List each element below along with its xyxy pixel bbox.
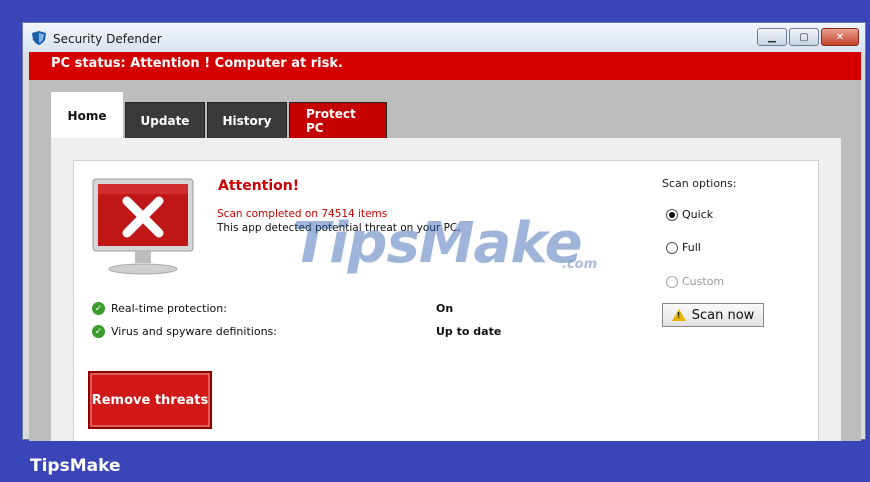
maximize-icon: ▢ (799, 31, 809, 43)
radio-custom: Custom (666, 275, 724, 288)
protection-label: Virus and spyware definitions: (111, 325, 277, 338)
radio-full[interactable]: Full (666, 241, 701, 254)
radio-button-disabled (666, 275, 678, 288)
home-panel: Attention! Scan completed on 74514 items… (51, 138, 841, 441)
maximize-button[interactable]: ▢ (789, 28, 819, 46)
window-controls: ▁ ▢ ✕ (755, 28, 859, 46)
title-bar[interactable]: Security Defender ▁ ▢ ✕ (23, 23, 865, 53)
radio-label: Full (682, 241, 701, 254)
attention-title: Attention! (218, 178, 300, 194)
app-window: Security Defender ▁ ▢ ✕ PC status: Atten… (22, 22, 866, 441)
shield-app-icon (32, 31, 46, 45)
watermark-logo: TipsMake (292, 211, 583, 276)
protection-value: Up to date (436, 325, 502, 338)
content-area: Home Update History Protect PC Attention… (29, 80, 861, 441)
warning-icon: ! (671, 309, 686, 321)
scan-options-title: Scan options: (662, 177, 737, 190)
tab-bar: Home Update History Protect PC (51, 92, 389, 138)
tab-history[interactable]: History (207, 102, 287, 138)
scan-now-button[interactable]: ! Scan now (662, 303, 764, 327)
minimize-button[interactable]: ▁ (757, 28, 787, 46)
minimize-icon: ▁ (768, 31, 776, 43)
home-panel-inner: Attention! Scan completed on 74514 items… (73, 160, 819, 441)
protection-row-definitions: ✓ Virus and spyware definitions: (92, 325, 277, 338)
footer-brand: TipsMake (30, 456, 121, 476)
remove-threats-button[interactable]: Remove threats (88, 371, 212, 429)
protection-row-realtime: ✓ Real-time protection: (92, 302, 227, 315)
radio-button-selected[interactable] (666, 208, 678, 221)
scan-now-label: Scan now (691, 307, 755, 323)
radio-button[interactable] (666, 241, 678, 254)
status-text: PC status: Attention ! Computer at risk. (51, 56, 343, 71)
tab-home[interactable]: Home (51, 92, 123, 138)
warning-monitor-icon (92, 178, 194, 275)
tab-protect-pc[interactable]: Protect PC (289, 102, 387, 138)
protection-label: Real-time protection: (111, 302, 227, 315)
radio-label: Quick (682, 208, 714, 221)
status-banner: PC status: Attention ! Computer at risk. (29, 52, 861, 80)
tab-update[interactable]: Update (125, 102, 205, 138)
check-icon: ✓ (92, 302, 105, 315)
close-icon: ✕ (835, 31, 845, 43)
radio-quick[interactable]: Quick (666, 208, 713, 221)
check-icon: ✓ (92, 325, 105, 338)
watermark-suffix: .com (562, 257, 598, 272)
window-title: Security Defender (53, 32, 162, 46)
protection-value: On (436, 302, 454, 315)
radio-label: Custom (682, 275, 725, 288)
close-button[interactable]: ✕ (821, 28, 859, 46)
